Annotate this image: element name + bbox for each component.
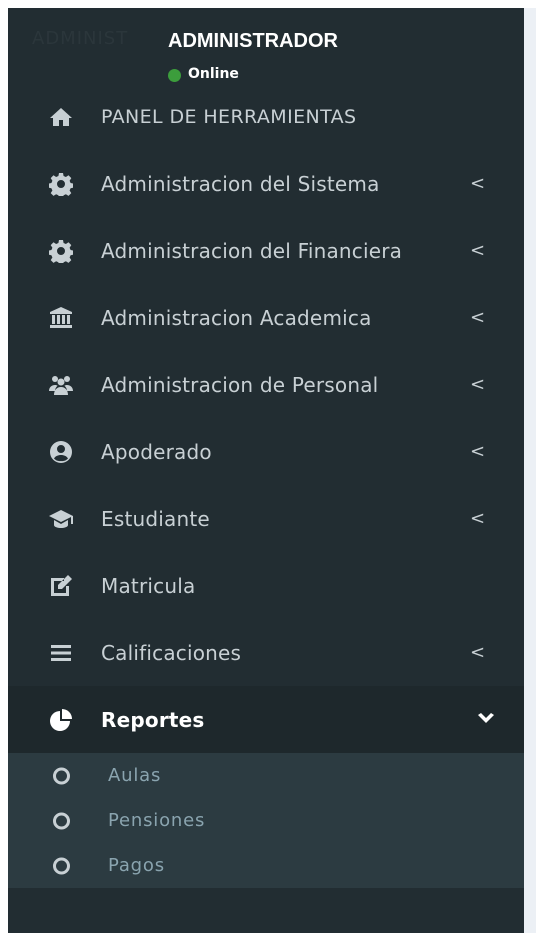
- menu-item-reportes[interactable]: Reportes: [0, 686, 524, 753]
- menu-item-matricula[interactable]: Matricula: [8, 552, 524, 619]
- users-icon: [48, 372, 74, 398]
- user-ghost-text: ADMINIST: [32, 28, 129, 49]
- circle-icon: [53, 812, 70, 829]
- chevron-left-icon: <: [470, 173, 486, 194]
- list-icon: [48, 640, 74, 666]
- user-circle-icon: [48, 439, 74, 465]
- submenu-item-label: Pensiones: [108, 810, 206, 831]
- edit-icon: [48, 573, 74, 599]
- menu-item-label: Estudiante: [101, 506, 210, 531]
- home-icon: [48, 104, 74, 130]
- menu-item-administracion-academica[interactable]: Administracion Academica <: [8, 284, 524, 351]
- menu-item-label: Calificaciones: [101, 640, 242, 665]
- content-area-edge: [524, 8, 536, 933]
- chevron-left-icon: <: [470, 441, 486, 462]
- chevron-left-icon: <: [470, 307, 486, 328]
- menu-item-label: Matricula: [101, 573, 196, 598]
- menu-item-panel-de-herramientas[interactable]: PANEL DE HERRAMIENTAS: [8, 84, 524, 150]
- chevron-left-icon: <: [470, 508, 486, 529]
- reportes-submenu: Aulas Pensiones Pagos: [8, 753, 524, 888]
- circle-icon: [53, 857, 70, 874]
- chevron-down-icon[interactable]: [476, 709, 496, 729]
- graduation-cap-icon: [48, 506, 74, 532]
- chevron-left-icon: <: [470, 374, 486, 395]
- gear-icon: [48, 171, 74, 197]
- user-name: ADMINISTRADOR: [168, 30, 338, 52]
- submenu-item-aulas[interactable]: Aulas: [8, 753, 524, 798]
- menu-item-administracion-financiera[interactable]: Administracion del Financiera <: [8, 217, 524, 284]
- menu-item-estudiante[interactable]: Estudiante <: [8, 485, 524, 552]
- menu-item-label: Administracion del Sistema: [101, 171, 380, 196]
- chevron-left-icon: <: [470, 642, 486, 663]
- sidebar: ADMINIST ADMINISTRADOR Online PANEL DE H…: [0, 8, 524, 933]
- online-status-dot-icon: [168, 69, 181, 82]
- bank-icon: [48, 305, 74, 331]
- chevron-left-icon: <: [470, 240, 486, 261]
- menu-item-calificaciones[interactable]: Calificaciones <: [8, 619, 524, 686]
- menu-item-label: Administracion Academica: [101, 305, 372, 330]
- submenu-item-pagos[interactable]: Pagos: [8, 843, 524, 888]
- user-status: Online: [188, 66, 239, 82]
- menu-item-administracion-sistema[interactable]: Administracion del Sistema <: [8, 150, 524, 217]
- menu-item-label: Reportes: [101, 707, 205, 732]
- submenu-item-label: Pagos: [108, 855, 165, 876]
- menu-item-label: Administracion del Financiera: [101, 238, 403, 263]
- gear-icon: [48, 238, 74, 264]
- menu-item-label: PANEL DE HERRAMIENTAS: [101, 106, 357, 128]
- menu-item-apoderado[interactable]: Apoderado <: [8, 418, 524, 485]
- menu-item-administracion-personal[interactable]: Administracion de Personal <: [8, 351, 524, 418]
- circle-icon: [53, 767, 70, 784]
- menu-item-label: Apoderado: [101, 439, 212, 464]
- sidebar-menu: PANEL DE HERRAMIENTAS Administracion del…: [0, 84, 524, 753]
- submenu-item-pensiones[interactable]: Pensiones: [8, 798, 524, 843]
- menu-item-label: Administracion de Personal: [101, 372, 379, 397]
- submenu-item-label: Aulas: [108, 765, 162, 786]
- pie-chart-icon: [48, 707, 74, 733]
